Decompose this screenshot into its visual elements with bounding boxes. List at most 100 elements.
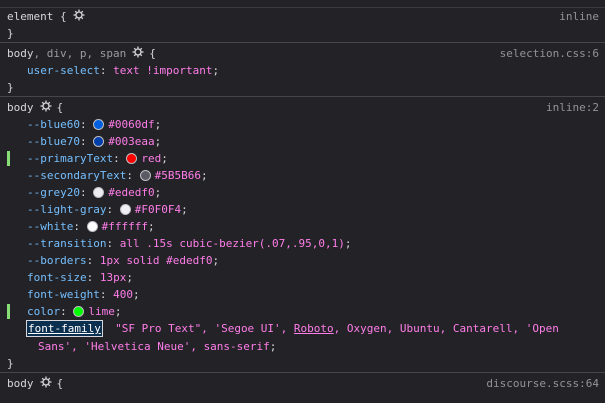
color-swatch-icon[interactable]: [93, 136, 105, 147]
semicolon: ;: [154, 118, 162, 131]
declaration-grey20[interactable]: --grey20: #ededf0;: [0, 184, 605, 201]
rule-element: element { inline }: [0, 8, 605, 43]
selector-unmatched[interactable]: , div, p, span: [34, 47, 127, 60]
semicolon: ;: [200, 169, 208, 182]
declaration-font-weight[interactable]: font-weight: 400;: [0, 286, 605, 303]
rule-source-link[interactable]: selection.css:6: [500, 45, 599, 62]
property-value[interactable]: red: [141, 152, 161, 165]
property-name[interactable]: --grey20: [27, 186, 80, 199]
rule-selector[interactable]: body: [7, 377, 34, 390]
rule-close-brace: }: [0, 79, 605, 96]
selector-matched[interactable]: body: [7, 47, 34, 60]
semicolon: ;: [114, 305, 122, 318]
semicolon: ;: [154, 135, 162, 148]
property-value[interactable]: "SF Pro Text", 'Segoe UI',: [115, 322, 294, 335]
declaration-font-size[interactable]: font-size: 13px;: [0, 269, 605, 286]
gear-icon[interactable]: [40, 376, 52, 393]
property-name[interactable]: font-family: [28, 322, 101, 335]
color-swatch-icon[interactable]: [93, 119, 105, 130]
semicolon: ;: [269, 340, 277, 353]
color-swatch-icon[interactable]: [86, 221, 98, 232]
property-value-cont[interactable]: , Oxygen, Ubuntu, Cantarell, 'Open: [334, 322, 559, 335]
declaration-font-family-wrap: Sans', 'Helvetica Neue', sans-serif;: [0, 338, 605, 355]
property-value[interactable]: text !important: [113, 64, 212, 77]
semicolon: ;: [212, 254, 220, 267]
property-name[interactable]: --blue70: [27, 135, 80, 148]
property-value[interactable]: lime: [88, 305, 115, 318]
rule-open-brace: {: [56, 101, 64, 114]
property-name[interactable]: --light-gray: [27, 203, 106, 216]
rule-close-brace: }: [0, 25, 605, 42]
rule-source-link[interactable]: inline: [559, 8, 599, 25]
rule-close-brace: }: [0, 355, 605, 372]
panel-top-divider: [0, 0, 605, 8]
close-brace: }: [7, 81, 14, 94]
property-value[interactable]: #003eaa: [108, 135, 154, 148]
rule-header: element { inline: [0, 8, 605, 25]
declaration-secondaryText[interactable]: --secondaryText: #5B5B66;: [0, 167, 605, 184]
property-name[interactable]: --secondaryText: [27, 169, 126, 182]
rule-body-div-p-span: body, div, p, span { selection.css:6 user-…: [0, 45, 605, 97]
declaration-font-family[interactable]: font-family "SF Pro Text", 'Segoe UI', R…: [0, 320, 605, 338]
declaration-user-select[interactable]: user-select: text !important;: [0, 62, 605, 79]
rule-header: body { discourse.scss:64: [0, 375, 605, 392]
property-name[interactable]: --white: [27, 220, 73, 233]
declaration-blue60[interactable]: --blue60: #0060df;: [0, 116, 605, 133]
close-brace: }: [7, 27, 14, 40]
color-swatch-icon[interactable]: [119, 204, 131, 215]
declaration-color[interactable]: color: lime;: [0, 303, 605, 320]
property-value[interactable]: #F0F0F4: [135, 203, 181, 216]
semicolon: ;: [212, 64, 220, 77]
property-name-focused[interactable]: font-family: [26, 320, 103, 337]
property-value[interactable]: 400: [113, 288, 133, 301]
semicolon: ;: [181, 203, 188, 216]
font-link[interactable]: Roboto: [294, 322, 334, 335]
declaration-white[interactable]: --white: #ffffff;: [0, 218, 605, 235]
property-name[interactable]: color: [27, 305, 60, 318]
color-swatch-icon[interactable]: [139, 170, 151, 181]
gear-icon[interactable]: [40, 100, 52, 117]
semicolon: ;: [154, 186, 162, 199]
property-name[interactable]: --blue60: [27, 118, 80, 131]
rule-source-link[interactable]: inline:2: [546, 99, 599, 116]
color-swatch-icon[interactable]: [93, 187, 105, 198]
semicolon: ;: [132, 288, 140, 301]
property-name[interactable]: --primaryText: [27, 152, 113, 165]
rule-open-brace: {: [149, 47, 156, 60]
rule-body-discourse: body { discourse.scss:64: [0, 375, 605, 392]
property-value-wrap[interactable]: Sans', 'Helvetica Neue', sans-serif: [38, 340, 270, 353]
rule-open-brace: {: [56, 377, 64, 390]
color-swatch-icon[interactable]: [73, 306, 85, 317]
semicolon: ;: [147, 220, 155, 233]
rule-header: body { inline:2: [0, 99, 605, 116]
gear-icon[interactable]: [132, 46, 144, 63]
semicolon: ;: [126, 271, 133, 284]
color-swatch-icon[interactable]: [126, 153, 138, 164]
rule-selector[interactable]: body: [7, 101, 34, 114]
gear-icon[interactable]: [73, 9, 85, 26]
property-value[interactable]: #ffffff: [102, 220, 148, 233]
declaration-primaryText[interactable]: --primaryText: red;: [0, 150, 605, 167]
declaration-light-gray[interactable]: --light-gray: #F0F0F4;: [0, 201, 605, 218]
rule-selector[interactable]: element: [7, 10, 53, 23]
declaration-borders[interactable]: --borders: 1px solid #ededf0;: [0, 252, 605, 269]
property-value[interactable]: all .15s cubic-bezier(.07,.95,0,1): [120, 237, 345, 250]
rule-source-link[interactable]: discourse.scss:64: [486, 375, 599, 392]
property-name[interactable]: --borders: [27, 254, 87, 267]
property-value[interactable]: #0060df: [108, 118, 154, 131]
rule-header: body, div, p, span { selection.css:6: [0, 45, 605, 62]
semicolon: ;: [161, 152, 168, 165]
property-name[interactable]: font-weight: [27, 288, 100, 301]
property-value[interactable]: 13px: [100, 271, 127, 284]
property-value[interactable]: 1px solid #ededf0: [100, 254, 213, 267]
property-name[interactable]: font-size: [27, 271, 87, 284]
semicolon: ;: [344, 237, 352, 250]
declaration-blue70[interactable]: --blue70: #003eaa;: [0, 133, 605, 150]
property-value[interactable]: #5B5B66: [155, 169, 201, 182]
property-name[interactable]: user-select: [27, 64, 100, 77]
declaration-transition[interactable]: --transition: all .15s cubic-bezier(.07,…: [0, 235, 605, 252]
property-value[interactable]: #ededf0: [108, 186, 154, 199]
rule-body-inline: body { inline:2 --blue60: #0060df; --blue7…: [0, 99, 605, 373]
property-name[interactable]: --transition: [27, 237, 106, 250]
rule-open-brace: {: [59, 10, 67, 23]
